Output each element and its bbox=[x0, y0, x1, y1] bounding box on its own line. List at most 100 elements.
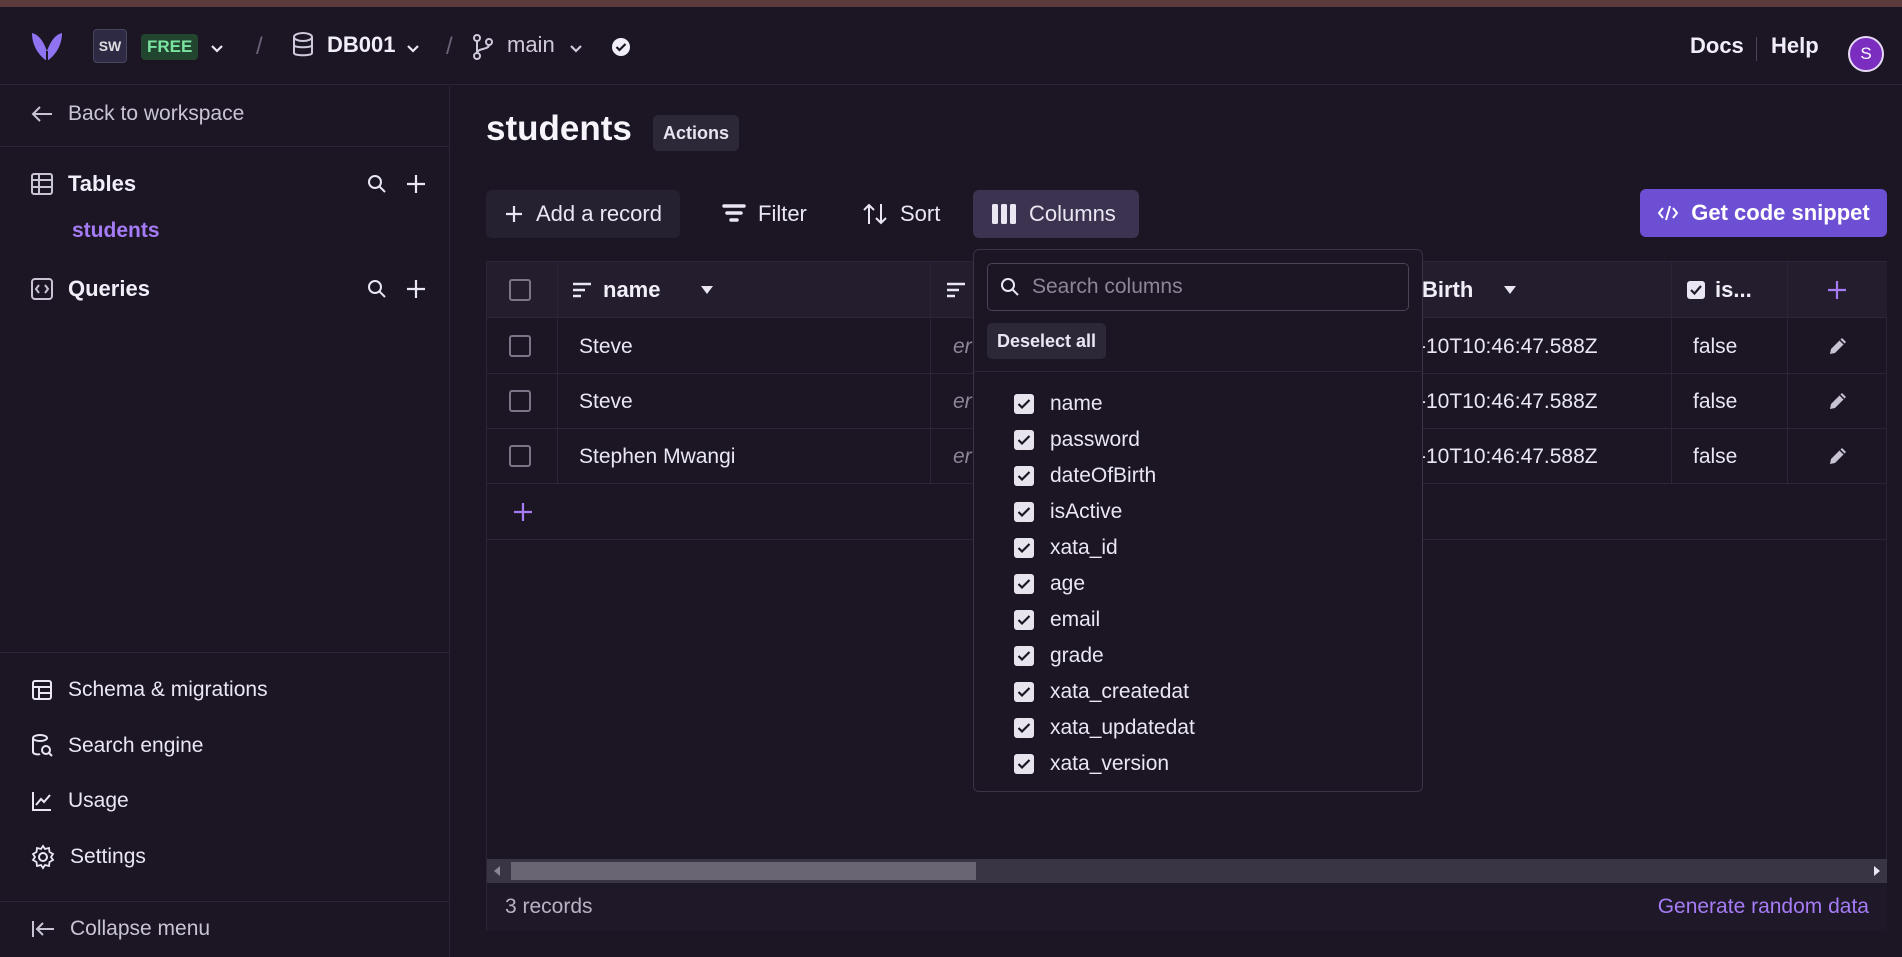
sidebar-section-queries[interactable]: Queries bbox=[30, 276, 150, 302]
add-column-icon[interactable] bbox=[1826, 279, 1848, 301]
sidebar-item-students[interactable]: students bbox=[72, 219, 160, 243]
checkbox-checked-icon[interactable] bbox=[1014, 754, 1034, 774]
back-to-workspace-link[interactable]: Back to workspace bbox=[30, 102, 244, 126]
avatar[interactable]: S bbox=[1848, 36, 1884, 72]
checkbox-checked-icon[interactable] bbox=[1014, 718, 1034, 738]
cell-email[interactable]: er bbox=[953, 429, 972, 484]
filter-label: Filter bbox=[758, 201, 807, 226]
add-row-plus-icon[interactable] bbox=[512, 501, 534, 523]
column-option-name[interactable]: name bbox=[1014, 386, 1195, 422]
workspace-chevron-down-icon[interactable] bbox=[210, 44, 224, 54]
cell-isactive[interactable]: false bbox=[1693, 374, 1737, 429]
column-search-input[interactable] bbox=[1032, 275, 1372, 299]
caret-down-icon[interactable] bbox=[700, 285, 714, 295]
column-option-xata-createdat[interactable]: xata_createdat bbox=[1014, 674, 1195, 710]
search-tables-icon[interactable] bbox=[367, 174, 387, 194]
checkbox-checked-icon[interactable] bbox=[1014, 574, 1034, 594]
row-checkbox[interactable] bbox=[509, 390, 531, 412]
add-record-button[interactable]: Add a record bbox=[486, 190, 680, 238]
sidebar: Back to workspace Tables students Querie… bbox=[0, 86, 450, 957]
xata-logo-icon[interactable] bbox=[30, 31, 64, 63]
help-link[interactable]: Help bbox=[1771, 33, 1819, 59]
column-option-email[interactable]: email bbox=[1014, 602, 1195, 638]
column-option-password[interactable]: password bbox=[1014, 422, 1195, 458]
checkbox-checked-icon[interactable] bbox=[1014, 430, 1034, 450]
column-option-grade[interactable]: grade bbox=[1014, 638, 1195, 674]
column-header-isactive[interactable]: is... bbox=[1687, 262, 1752, 318]
edit-pencil-icon[interactable] bbox=[1827, 335, 1849, 357]
columns-button[interactable]: Columns bbox=[973, 190, 1139, 238]
filter-button[interactable]: Filter bbox=[704, 190, 825, 238]
cell-email[interactable]: er bbox=[953, 319, 972, 374]
sidebar-divider bbox=[0, 901, 449, 902]
column-header-name[interactable]: name bbox=[571, 262, 714, 318]
column-option-xata-updatedat[interactable]: xata_updatedat bbox=[1014, 710, 1195, 746]
collapse-menu-button[interactable]: Collapse menu bbox=[30, 917, 210, 941]
search-queries-icon[interactable] bbox=[367, 279, 387, 299]
checkbox-checked-icon[interactable] bbox=[1014, 466, 1034, 486]
checkbox-checked-icon[interactable] bbox=[1014, 394, 1034, 414]
column-divider bbox=[930, 429, 931, 484]
cell-name[interactable]: Stephen Mwangi bbox=[579, 429, 735, 484]
column-header-label: Birth bbox=[1422, 277, 1474, 302]
add-table-icon[interactable] bbox=[405, 173, 427, 195]
cell-isactive[interactable]: false bbox=[1693, 429, 1737, 484]
sidebar-section-tables[interactable]: Tables bbox=[30, 171, 136, 197]
window-top-strip bbox=[0, 0, 1902, 7]
row-checkbox[interactable] bbox=[509, 335, 531, 357]
columns-label: Columns bbox=[1029, 201, 1116, 226]
sidebar-item-search-engine[interactable]: Search engine bbox=[30, 733, 203, 759]
sidebar-item-schema[interactable]: Schema & migrations bbox=[30, 678, 268, 702]
sort-button[interactable]: Sort bbox=[844, 190, 958, 238]
checkbox-checked-icon[interactable] bbox=[1014, 682, 1034, 702]
deselect-all-button[interactable]: Deselect all bbox=[987, 323, 1107, 359]
database-selector[interactable]: DB001 bbox=[327, 32, 395, 58]
arrow-left-icon bbox=[30, 104, 54, 124]
snippet-label: Get code snippet bbox=[1691, 200, 1870, 225]
column-option-age[interactable]: age bbox=[1014, 566, 1195, 602]
cell-isactive[interactable]: false bbox=[1693, 319, 1737, 374]
sidebar-item-usage[interactable]: Usage bbox=[30, 789, 129, 813]
generate-random-data-link[interactable]: Generate random data bbox=[1658, 895, 1869, 919]
checkbox-checked-icon[interactable] bbox=[1014, 538, 1034, 558]
cell-dateofbirth[interactable]: -10T10:46:47.588Z bbox=[1419, 374, 1598, 429]
branch-chevron-down-icon[interactable] bbox=[569, 44, 583, 54]
column-header-dateofbirth[interactable]: Birth bbox=[1422, 262, 1517, 318]
scroll-left-arrow-icon[interactable] bbox=[493, 865, 501, 877]
branch-selector[interactable]: main bbox=[507, 32, 555, 58]
checkbox-checked-icon[interactable] bbox=[1014, 646, 1034, 666]
column-option-xata-version[interactable]: xata_version bbox=[1014, 746, 1195, 782]
docs-link[interactable]: Docs bbox=[1690, 33, 1744, 59]
cell-dateofbirth[interactable]: -10T10:46:47.588Z bbox=[1419, 429, 1598, 484]
column-option-isactive[interactable]: isActive bbox=[1014, 494, 1195, 530]
actions-button[interactable]: Actions bbox=[653, 115, 740, 151]
scrollbar-thumb[interactable] bbox=[511, 862, 976, 880]
cell-name[interactable]: Steve bbox=[579, 374, 633, 429]
text-type-icon bbox=[945, 281, 967, 299]
column-search-field[interactable] bbox=[987, 263, 1409, 311]
cell-name[interactable]: Steve bbox=[579, 319, 633, 374]
cell-email[interactable]: er bbox=[953, 374, 972, 429]
cell-dateofbirth[interactable]: -10T10:46:47.588Z bbox=[1419, 319, 1598, 374]
caret-down-icon[interactable] bbox=[1503, 285, 1517, 295]
get-code-snippet-button[interactable]: Get code snippet bbox=[1640, 189, 1887, 237]
sidebar-item-settings[interactable]: Settings bbox=[30, 844, 146, 870]
column-divider bbox=[1671, 319, 1672, 374]
column-option-dateofbirth[interactable]: dateOfBirth bbox=[1014, 458, 1195, 494]
row-checkbox[interactable] bbox=[509, 445, 531, 467]
workspace-badge[interactable]: SW bbox=[93, 29, 127, 63]
scroll-right-arrow-icon[interactable] bbox=[1873, 865, 1881, 877]
database-chevron-down-icon[interactable] bbox=[406, 44, 420, 54]
edit-pencil-icon[interactable] bbox=[1827, 445, 1849, 467]
column-header-email[interactable] bbox=[945, 262, 967, 318]
checkbox-checked-icon[interactable] bbox=[1014, 610, 1034, 630]
checkbox-checked-icon[interactable] bbox=[1014, 502, 1034, 522]
column-option-label: isActive bbox=[1050, 500, 1123, 523]
edit-pencil-icon[interactable] bbox=[1827, 390, 1849, 412]
breadcrumb-separator: / bbox=[256, 33, 263, 60]
add-record-label: Add a record bbox=[536, 201, 662, 226]
select-all-checkbox[interactable] bbox=[509, 279, 531, 301]
add-query-icon[interactable] bbox=[405, 278, 427, 300]
horizontal-scrollbar[interactable] bbox=[487, 859, 1887, 883]
column-option-xata-id[interactable]: xata_id bbox=[1014, 530, 1195, 566]
